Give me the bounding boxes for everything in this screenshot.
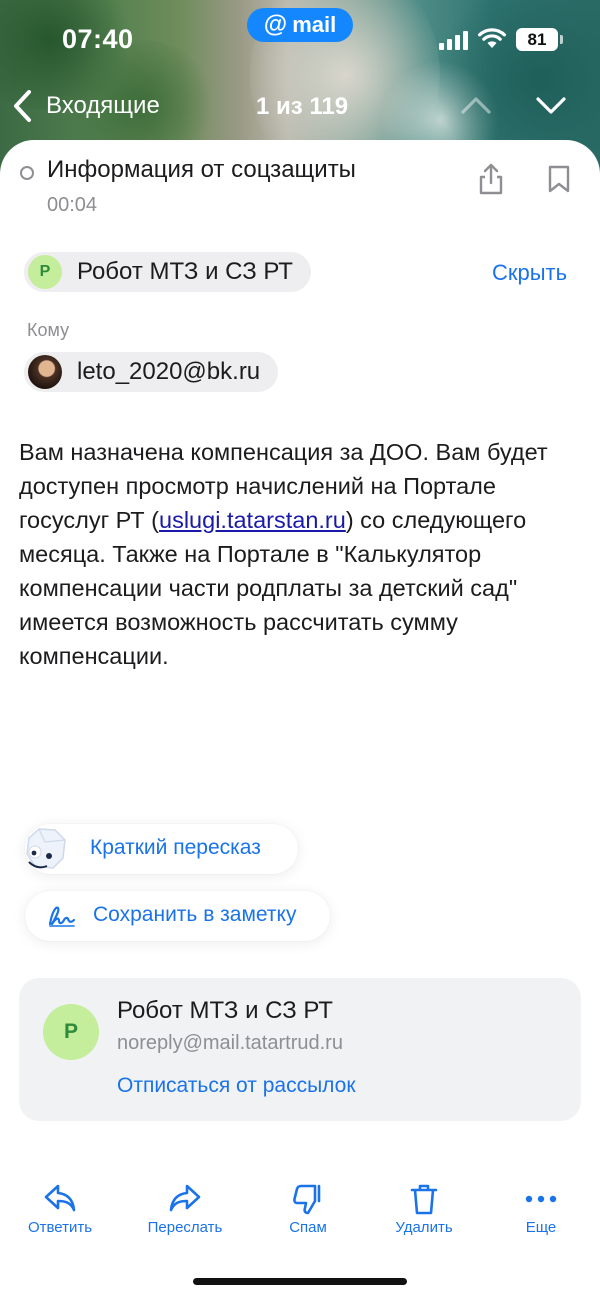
signature-icon bbox=[48, 906, 76, 927]
reply-label: Ответить bbox=[27, 1219, 93, 1236]
hide-details-link[interactable]: Скрыть bbox=[492, 260, 567, 286]
body-link[interactable]: uslugi.tatarstan.ru bbox=[159, 507, 346, 533]
recipient-email: leto_2020@bk.ru bbox=[77, 358, 261, 385]
recipient-chip[interactable]: leto_2020@bk.ru bbox=[24, 352, 279, 392]
delete-label: Удалить bbox=[395, 1219, 453, 1236]
mascot-icon bbox=[26, 828, 66, 869]
at-icon: @ bbox=[263, 11, 288, 38]
reply-button[interactable]: Ответить bbox=[5, 1182, 115, 1242]
trash-icon bbox=[410, 1184, 438, 1215]
unread-indicator[interactable] bbox=[20, 166, 34, 180]
message-time: 00:04 bbox=[47, 194, 98, 216]
delete-button[interactable]: Удалить bbox=[369, 1182, 479, 1242]
forward-icon bbox=[169, 1184, 201, 1212]
battery-cap bbox=[560, 35, 563, 44]
save-note-label: Сохранить в заметку bbox=[93, 903, 297, 926]
chevron-left-icon bbox=[14, 90, 31, 122]
message-subject: Информация от соцзащиты bbox=[47, 156, 356, 183]
mail-app-badge: @ mail bbox=[247, 8, 353, 42]
forward-label: Переслать bbox=[147, 1219, 223, 1236]
home-indicator[interactable] bbox=[193, 1278, 407, 1285]
reply-icon bbox=[44, 1184, 76, 1212]
sender-chip[interactable]: Р Робот МТЗ и СЗ РТ bbox=[24, 252, 311, 292]
sender-avatar: Р bbox=[28, 255, 62, 289]
bookmark-icon[interactable] bbox=[546, 164, 572, 194]
back-label: Входящие bbox=[46, 92, 160, 119]
status-time: 07:40 bbox=[62, 24, 134, 54]
mail-badge-label: mail bbox=[292, 12, 337, 37]
spam-label: Спам bbox=[289, 1219, 327, 1236]
more-icon bbox=[525, 1195, 557, 1203]
unsubscribe-link[interactable]: Отписаться от рассылок bbox=[117, 1074, 356, 1098]
sender-card-email: noreply@mail.tatartrud.ru bbox=[117, 1032, 343, 1054]
share-icon[interactable] bbox=[477, 162, 505, 196]
more-label: Еще bbox=[525, 1219, 557, 1236]
cellular-signal-icon bbox=[439, 30, 469, 50]
summary-label: Краткий пересказ bbox=[90, 836, 261, 859]
to-label: Кому bbox=[27, 320, 70, 340]
spam-button[interactable]: Спам bbox=[253, 1182, 363, 1242]
sender-name: Робот МТЗ и СЗ РТ bbox=[77, 258, 293, 285]
back-button[interactable]: Входящие bbox=[10, 86, 160, 126]
sender-card: Р Робот МТЗ и СЗ РТ noreply@mail.tatartr… bbox=[19, 978, 581, 1121]
save-note-button[interactable]: Сохранить в заметку bbox=[25, 891, 330, 941]
wifi-icon bbox=[478, 28, 506, 48]
thumbs-down-icon bbox=[293, 1184, 321, 1215]
message-body: Вам назначена компенсация за ДОО. Вам бу… bbox=[19, 435, 579, 673]
forward-button[interactable]: Переслать bbox=[130, 1182, 240, 1242]
next-message-button[interactable] bbox=[534, 92, 568, 118]
summary-button[interactable]: Краткий пересказ bbox=[25, 824, 298, 874]
sender-card-name: Робот МТЗ и СЗ РТ bbox=[117, 997, 333, 1024]
recipient-avatar bbox=[28, 355, 62, 389]
previous-message-button[interactable] bbox=[459, 92, 493, 118]
message-counter: 1 из 119 bbox=[256, 93, 349, 120]
more-button[interactable]: Еще bbox=[486, 1182, 596, 1242]
message-sheet bbox=[0, 140, 600, 1297]
sender-card-avatar: Р bbox=[43, 1004, 99, 1060]
battery-icon: 81 bbox=[516, 28, 558, 51]
